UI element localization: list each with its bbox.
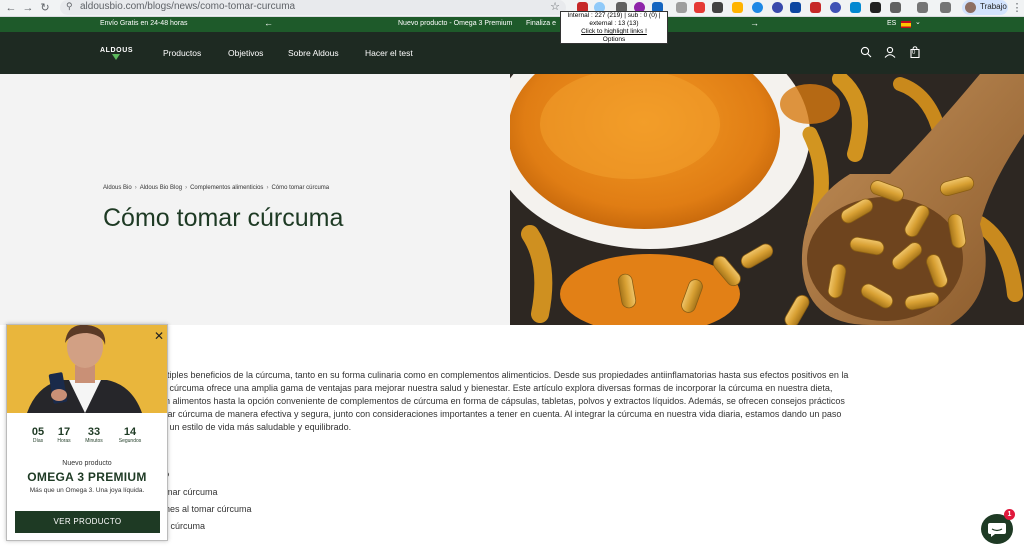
forward-arrow-icon[interactable]: →: [21, 1, 35, 15]
extension-icon[interactable]: [850, 2, 861, 13]
promo-image: [7, 325, 167, 413]
announcement-bar: Envío Gratis en 24-48 horas ← Nuevo prod…: [0, 17, 1024, 32]
bookmark-star-icon[interactable]: ☆: [550, 0, 560, 13]
internal-link-count: Internal : 227 (219) | sub : 0 (0) |: [567, 12, 661, 19]
article-line: en alimentos hasta la opción conveniente…: [160, 396, 845, 406]
page-title: Cómo tomar cúrcuma: [103, 204, 344, 232]
extension-icon[interactable]: [940, 2, 951, 13]
countdown-days-label: Días: [32, 438, 44, 444]
promo-title: OMEGA 3 PREMIUM: [27, 470, 147, 484]
extension-icon[interactable]: [752, 2, 763, 13]
options-link[interactable]: Options: [561, 36, 667, 44]
countdown-minutes-label: Minutos: [85, 438, 103, 444]
breadcrumb-current: Cómo tomar cúrcuma: [271, 185, 330, 191]
site-info-icon[interactable]: ⚲: [66, 1, 73, 12]
promo-subtitle: Más que un Omega 3. Una joya líquida.: [29, 487, 145, 494]
nav-hacer-el-test[interactable]: Hacer el test: [365, 48, 413, 58]
close-icon[interactable]: ✕: [154, 330, 164, 342]
toc-item[interactable]: ones al tomar cúrcuma: [160, 504, 252, 514]
countdown-minutes: 33: [87, 426, 101, 438]
address-bar[interactable]: ⚲ aldousbio.com/blogs/news/como-tomar-cu…: [60, 0, 566, 15]
article-intro: últiples beneficios de la cúrcuma, tanto…: [160, 369, 920, 434]
spain-flag-icon[interactable]: [901, 21, 911, 28]
extension-icon[interactable]: [790, 2, 801, 13]
account-icon[interactable]: [884, 46, 896, 58]
promo-kicker: Nuevo producto: [62, 460, 112, 467]
countdown-hours-label: Horas: [57, 438, 71, 444]
nav-sobre-aldous[interactable]: Sobre Aldous: [288, 48, 339, 58]
announcement-text-2: Finaliza e: [526, 20, 556, 27]
announcement-prev-icon[interactable]: ←: [264, 18, 273, 28]
extension-icon[interactable]: [917, 2, 928, 13]
article-line: últiples beneficios de la cúrcuma, tanto…: [160, 370, 849, 380]
shipping-notice: Envío Gratis en 24-48 horas: [100, 20, 188, 27]
menu-dots-icon[interactable]: ⋮: [1010, 1, 1024, 15]
link-analyzer-popup: Internal : 227 (219) | sub : 0 (0) | ext…: [560, 11, 668, 44]
announcement-next-icon[interactable]: →: [750, 18, 759, 28]
article-line: mar cúrcuma de manera efectiva y segura,…: [160, 409, 842, 419]
profile-label: Trabajo: [980, 2, 1007, 11]
search-icon[interactable]: [860, 46, 872, 58]
countdown-seconds-label: Segundos: [118, 438, 142, 444]
breadcrumb-category[interactable]: Complementos alimenticios: [190, 185, 263, 191]
site-logo[interactable]: ALDOUS: [100, 47, 133, 54]
article-line: ia un estilo de vida más saludable y equ…: [160, 422, 352, 432]
extension-icon[interactable]: [694, 2, 705, 13]
cart-count: 0: [912, 50, 916, 56]
site-header: ALDOUS Productos Objetivos Sobre Aldous …: [0, 32, 1024, 74]
chat-notification-badge: 1: [1004, 509, 1015, 520]
logo-mark-icon: [112, 54, 120, 60]
extension-icon[interactable]: [830, 2, 841, 13]
extension-icon[interactable]: [712, 2, 723, 13]
chevron-down-icon[interactable]: ⌄: [915, 18, 921, 26]
view-product-button[interactable]: VER PRODUCTO: [15, 511, 160, 533]
back-arrow-icon[interactable]: ←: [4, 1, 18, 15]
breadcrumb: Aldous Bio › Aldous Bio Blog › Complementos …: [103, 185, 329, 191]
external-link-count: external : 13 (13): [589, 20, 639, 27]
countdown-hours: 17: [57, 426, 71, 438]
language-code[interactable]: ES: [887, 20, 896, 27]
profile-button[interactable]: Trabajo: [962, 0, 1008, 15]
hero-image: [510, 74, 1024, 325]
extension-icon[interactable]: [772, 2, 783, 13]
reload-icon[interactable]: ↻: [38, 1, 52, 15]
toc-item[interactable]: omar cúrcuma: [160, 487, 218, 497]
breadcrumb-separator: ›: [134, 185, 137, 191]
extension-icon[interactable]: [676, 2, 687, 13]
avatar: [965, 2, 976, 13]
article-line: la cúrcuma ofrece una amplia gama de ven…: [160, 383, 833, 393]
highlight-links-link[interactable]: Click to highlight links !: [561, 28, 667, 36]
promo-popup: ✕ 05 Días 17 Horas 33 Minutos 14 Segundo…: [6, 324, 168, 541]
extension-icon[interactable]: [732, 2, 743, 13]
countdown-days: 05: [31, 426, 45, 438]
url-text: aldousbio.com/blogs/news/como-tomar-curc…: [80, 1, 296, 12]
nav-productos[interactable]: Productos: [163, 48, 201, 58]
breadcrumb-home[interactable]: Aldous Bio: [103, 185, 132, 191]
hero-text-panel: [0, 74, 510, 325]
extension-icon[interactable]: [810, 2, 821, 13]
announcement-text: Nuevo producto - Omega 3 Premium: [398, 20, 513, 27]
breadcrumb-separator: ›: [185, 185, 188, 191]
breadcrumb-blog[interactable]: Aldous Bio Blog: [140, 185, 182, 191]
nav-objetivos[interactable]: Objetivos: [228, 48, 263, 58]
extension-icon[interactable]: [890, 2, 901, 13]
extension-icon[interactable]: [870, 2, 881, 13]
browser-toolbar: ← → ↻ ⚲ aldousbio.com/blogs/news/como-to…: [0, 0, 1024, 17]
breadcrumb-separator: ›: [266, 185, 269, 191]
countdown-seconds: 14: [123, 426, 137, 438]
